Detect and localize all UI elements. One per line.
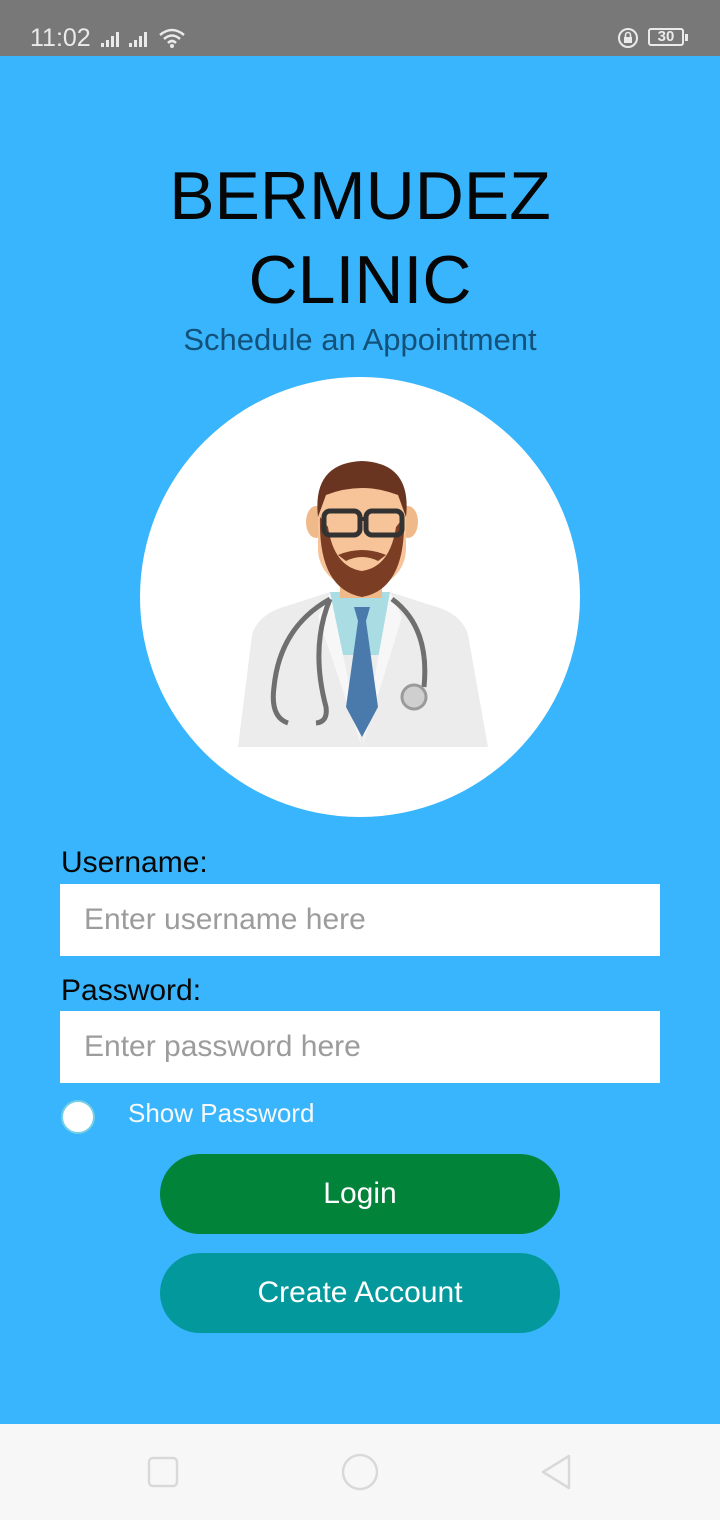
signal-icon bbox=[101, 32, 119, 47]
show-password-toggle[interactable] bbox=[61, 1100, 95, 1134]
login-button[interactable]: Login bbox=[160, 1154, 560, 1234]
create-account-button[interactable]: Create Account bbox=[160, 1253, 560, 1333]
login-screen: BERMUDEZ CLINIC Schedule an Appointment bbox=[0, 56, 720, 1424]
signal-icon-2 bbox=[129, 32, 147, 47]
status-time: 11:02 bbox=[30, 24, 91, 52]
subtitle: Schedule an Appointment bbox=[183, 322, 537, 357]
rotation-lock-icon bbox=[618, 28, 638, 48]
square-icon[interactable] bbox=[146, 1455, 180, 1489]
password-label: Password: bbox=[61, 974, 202, 1007]
circle-icon[interactable] bbox=[340, 1452, 380, 1492]
title-line-2: CLINIC bbox=[248, 242, 472, 318]
wifi-icon bbox=[159, 28, 185, 48]
battery-tip bbox=[685, 34, 688, 41]
title-line-1: BERMUDEZ bbox=[169, 158, 551, 234]
clinic-title: BERMUDEZ CLINIC bbox=[0, 154, 720, 322]
username-input[interactable] bbox=[60, 884, 660, 956]
battery-icon: 30 bbox=[648, 28, 684, 46]
doctor-avatar-icon bbox=[238, 461, 488, 747]
username-label: Username: bbox=[61, 846, 208, 879]
battery-level: 30 bbox=[657, 28, 675, 45]
triangle-back-icon[interactable] bbox=[538, 1453, 574, 1491]
show-password-label[interactable]: Show Password bbox=[128, 1098, 314, 1129]
navigation-bar bbox=[0, 1424, 720, 1520]
doctor-avatar bbox=[140, 377, 580, 817]
password-input[interactable] bbox=[60, 1011, 660, 1083]
status-bar: 11:02 30 bbox=[0, 0, 720, 56]
